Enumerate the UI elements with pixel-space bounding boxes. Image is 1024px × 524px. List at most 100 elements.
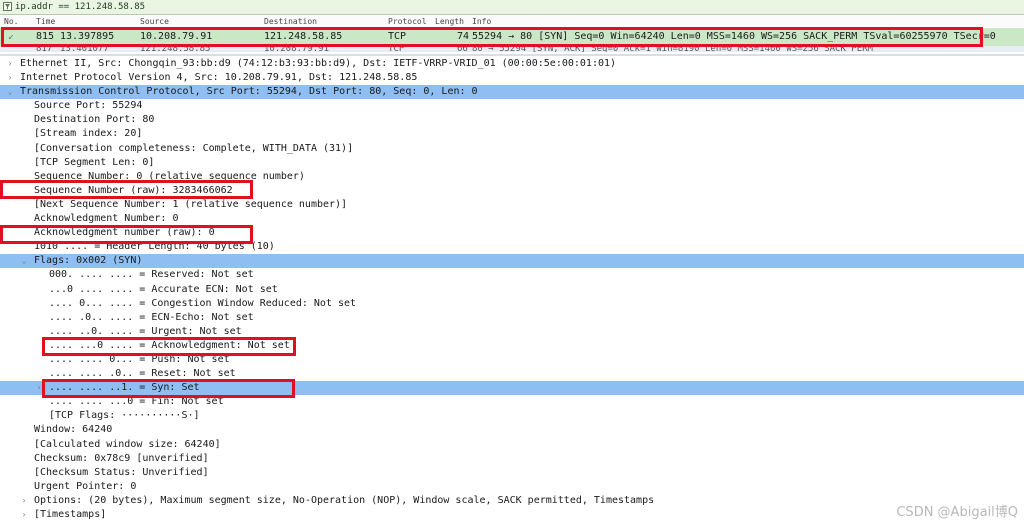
- column-header-no[interactable]: No.: [4, 16, 18, 27]
- detail-text: .... .... ..1. = Syn: Set: [49, 382, 200, 394]
- detail-text: Destination Port: 80: [34, 114, 155, 126]
- packet-row-selected[interactable]: ↙ 815 13.397895 10.208.79.91 121.248.58.…: [0, 28, 1024, 46]
- detail-row[interactable]: ⌄ Flags: 0x002 (SYN): [0, 254, 1024, 269]
- detail-text: Transmission Control Protocol, Src Port:…: [20, 86, 478, 98]
- detail-row[interactable]: .... .... .0.. = Reset: Not set: [0, 367, 1024, 381]
- packet-info: 55294 → 80 [SYN] Seq=0 Win=64240 Len=0 M…: [472, 31, 996, 42]
- detail-row[interactable]: [TCP Segment Len: 0]: [0, 156, 1024, 170]
- detail-text: [Checksum Status: Unverified]: [34, 466, 209, 478]
- packet-protocol: TCP: [388, 46, 405, 52]
- detail-text: [Conversation completeness: Complete, WI…: [34, 142, 354, 154]
- detail-row[interactable]: [TCP Flags: ··········S·]: [0, 409, 1024, 423]
- detail-text: .... 0... .... = Congestion Window Reduc…: [49, 297, 357, 309]
- watermark: CSDN @Abigail博Q: [896, 505, 1018, 520]
- detail-text: Source Port: 55294: [34, 100, 143, 112]
- detail-row[interactable]: › Options: (20 bytes), Maximum segment si…: [0, 494, 1024, 508]
- detail-row[interactable]: Acknowledgment number (raw): 0: [0, 226, 1024, 240]
- detail-text: [Timestamps]: [34, 509, 107, 520]
- detail-text: 1010 .... = Header Length: 40 bytes (10): [34, 241, 275, 253]
- pane-divider[interactable]: [0, 54, 1024, 56]
- expand-arrow-down-icon[interactable]: ⌄: [6, 85, 14, 99]
- detail-row[interactable]: Destination Port: 80: [0, 113, 1024, 127]
- expand-arrow-right-icon[interactable]: ›: [6, 57, 14, 71]
- expand-arrow-right-icon[interactable]: ›: [6, 71, 14, 85]
- detail-row[interactable]: [Stream index: 20]: [0, 127, 1024, 141]
- display-filter-input[interactable]: ip.addr == 121.248.58.85: [15, 1, 145, 13]
- detail-text: Sequence Number (raw): 3283466062: [34, 184, 233, 196]
- column-header-length[interactable]: Length: [435, 16, 464, 27]
- display-filter-bar[interactable]: ip.addr == 121.248.58.85: [0, 0, 1024, 15]
- packet-time: 13.397895: [60, 31, 115, 42]
- detail-text: .... .0.. .... = ECN-Echo: Not set: [49, 311, 254, 323]
- detail-text: [Calculated window size: 64240]: [34, 438, 221, 450]
- filter-bookmark-icon[interactable]: [3, 2, 12, 11]
- detail-text: Window: 64240: [34, 424, 113, 436]
- detail-text: .... ...0 .... = Acknowledgment: Not set: [49, 339, 290, 351]
- expand-arrow-down-icon[interactable]: ⌄: [20, 254, 28, 268]
- detail-row[interactable]: Window: 64240: [0, 423, 1024, 437]
- packet-source: 121.248.58.85: [140, 46, 211, 52]
- expand-arrow-right-icon[interactable]: ›: [20, 508, 28, 522]
- column-header-source[interactable]: Source: [140, 16, 169, 27]
- packet-protocol: TCP: [388, 31, 407, 42]
- detail-text: Options: (20 bytes), Maximum segment siz…: [34, 494, 655, 506]
- expand-arrow-right-icon[interactable]: ›: [35, 381, 43, 395]
- detail-row[interactable]: .... ..0. .... = Urgent: Not set: [0, 325, 1024, 339]
- detail-text: Sequence Number: 0 (relative sequence nu…: [34, 170, 305, 182]
- detail-text: Internet Protocol Version 4, Src: 10.208…: [20, 72, 418, 84]
- detail-row[interactable]: Checksum: 0x78c9 [unverified]: [0, 452, 1024, 466]
- detail-text: .... ..0. .... = Urgent: Not set: [49, 325, 242, 337]
- detail-text: .... .... 0... = Push: Not set: [49, 353, 230, 365]
- detail-row[interactable]: [Next Sequence Number: 1 (relative seque…: [0, 198, 1024, 212]
- packet-source: 10.208.79.91: [140, 31, 213, 42]
- detail-row[interactable]: Source Port: 55294: [0, 99, 1024, 113]
- detail-row[interactable]: ...0 .... .... = Accurate ECN: Not set: [0, 283, 1024, 297]
- detail-row[interactable]: Urgent Pointer: 0: [0, 480, 1024, 494]
- detail-text: .... .... .0.. = Reset: Not set: [49, 368, 236, 380]
- detail-row[interactable]: .... 0... .... = Congestion Window Reduc…: [0, 297, 1024, 311]
- detail-text: [Stream index: 20]: [34, 128, 143, 140]
- detail-text: Flags: 0x002 (SYN): [34, 255, 143, 267]
- detail-row[interactable]: .... ...0 .... = Acknowledgment: Not set: [0, 339, 1024, 353]
- packet-details-tree: › Ethernet II, Src: Chongqin_93:bb:d9 (74…: [0, 57, 1024, 522]
- detail-text: ...0 .... .... = Accurate ECN: Not set: [49, 283, 278, 295]
- detail-row[interactable]: [Checksum Status: Unverified]: [0, 466, 1024, 480]
- detail-row[interactable]: › Internet Protocol Version 4, Src: 10.20…: [0, 71, 1024, 85]
- detail-row[interactable]: 1010 .... = Header Length: 40 bytes (10): [0, 240, 1024, 254]
- detail-text: 000. .... .... = Reserved: Not set: [49, 269, 254, 281]
- detail-row[interactable]: Sequence Number (raw): 3283466062: [0, 184, 1024, 198]
- detail-row[interactable]: .... .... 0... = Push: Not set: [0, 353, 1024, 367]
- column-header-time[interactable]: Time: [36, 16, 55, 27]
- detail-text: Checksum: 0x78c9 [unverified]: [34, 452, 209, 464]
- detail-text: Acknowledgment number (raw): 0: [34, 227, 215, 239]
- column-header-destination[interactable]: Destination: [264, 16, 317, 27]
- detail-text: Acknowledgment Number: 0: [34, 213, 179, 225]
- packet-no: 815: [36, 31, 55, 42]
- detail-text: [TCP Flags: ··········S·]: [49, 410, 200, 422]
- packet-destination: 121.248.58.85: [264, 31, 343, 42]
- detail-row[interactable]: [Calculated window size: 64240]: [0, 438, 1024, 452]
- detail-row[interactable]: Acknowledgment Number: 0: [0, 212, 1024, 226]
- detail-row[interactable]: › [Timestamps]: [0, 508, 1024, 522]
- detail-row[interactable]: [Conversation completeness: Complete, WI…: [0, 142, 1024, 156]
- column-header-protocol[interactable]: Protocol: [388, 16, 427, 27]
- detail-text: Ethernet II, Src: Chongqin_93:bb:d9 (74:…: [20, 58, 617, 69]
- detail-row[interactable]: .... .... ...0 = Fin: Not set: [0, 395, 1024, 409]
- detail-text: .... .... ...0 = Fin: Not set: [49, 396, 224, 408]
- detail-text: [TCP Segment Len: 0]: [34, 156, 155, 168]
- detail-text: [Next Sequence Number: 1 (relative seque…: [34, 198, 348, 210]
- column-header-info[interactable]: Info: [472, 16, 491, 27]
- detail-row[interactable]: › .... .... ..1. = Syn: Set: [0, 381, 1024, 396]
- packet-length: 66: [457, 46, 468, 52]
- detail-row[interactable]: 000. .... .... = Reserved: Not set: [0, 268, 1024, 282]
- packet-time: 13.401077: [60, 46, 109, 52]
- expand-arrow-right-icon[interactable]: ›: [20, 494, 28, 508]
- packet-row[interactable]: 817 13.401077 121.248.58.85 10.208.79.91…: [0, 46, 1024, 52]
- packet-info: 80 → 55294 [SYN, ACK] Seq=0 Ack=1 Win=81…: [472, 46, 873, 52]
- detail-row[interactable]: ⌄ Transmission Control Protocol, Src Port…: [0, 85, 1024, 100]
- detail-row[interactable]: › Ethernet II, Src: Chongqin_93:bb:d9 (74…: [0, 57, 1024, 71]
- syn-direction-icon: ↙: [8, 31, 15, 42]
- packet-length: 74: [457, 31, 470, 42]
- detail-row[interactable]: Sequence Number: 0 (relative sequence nu…: [0, 170, 1024, 184]
- detail-row[interactable]: .... .0.. .... = ECN-Echo: Not set: [0, 311, 1024, 325]
